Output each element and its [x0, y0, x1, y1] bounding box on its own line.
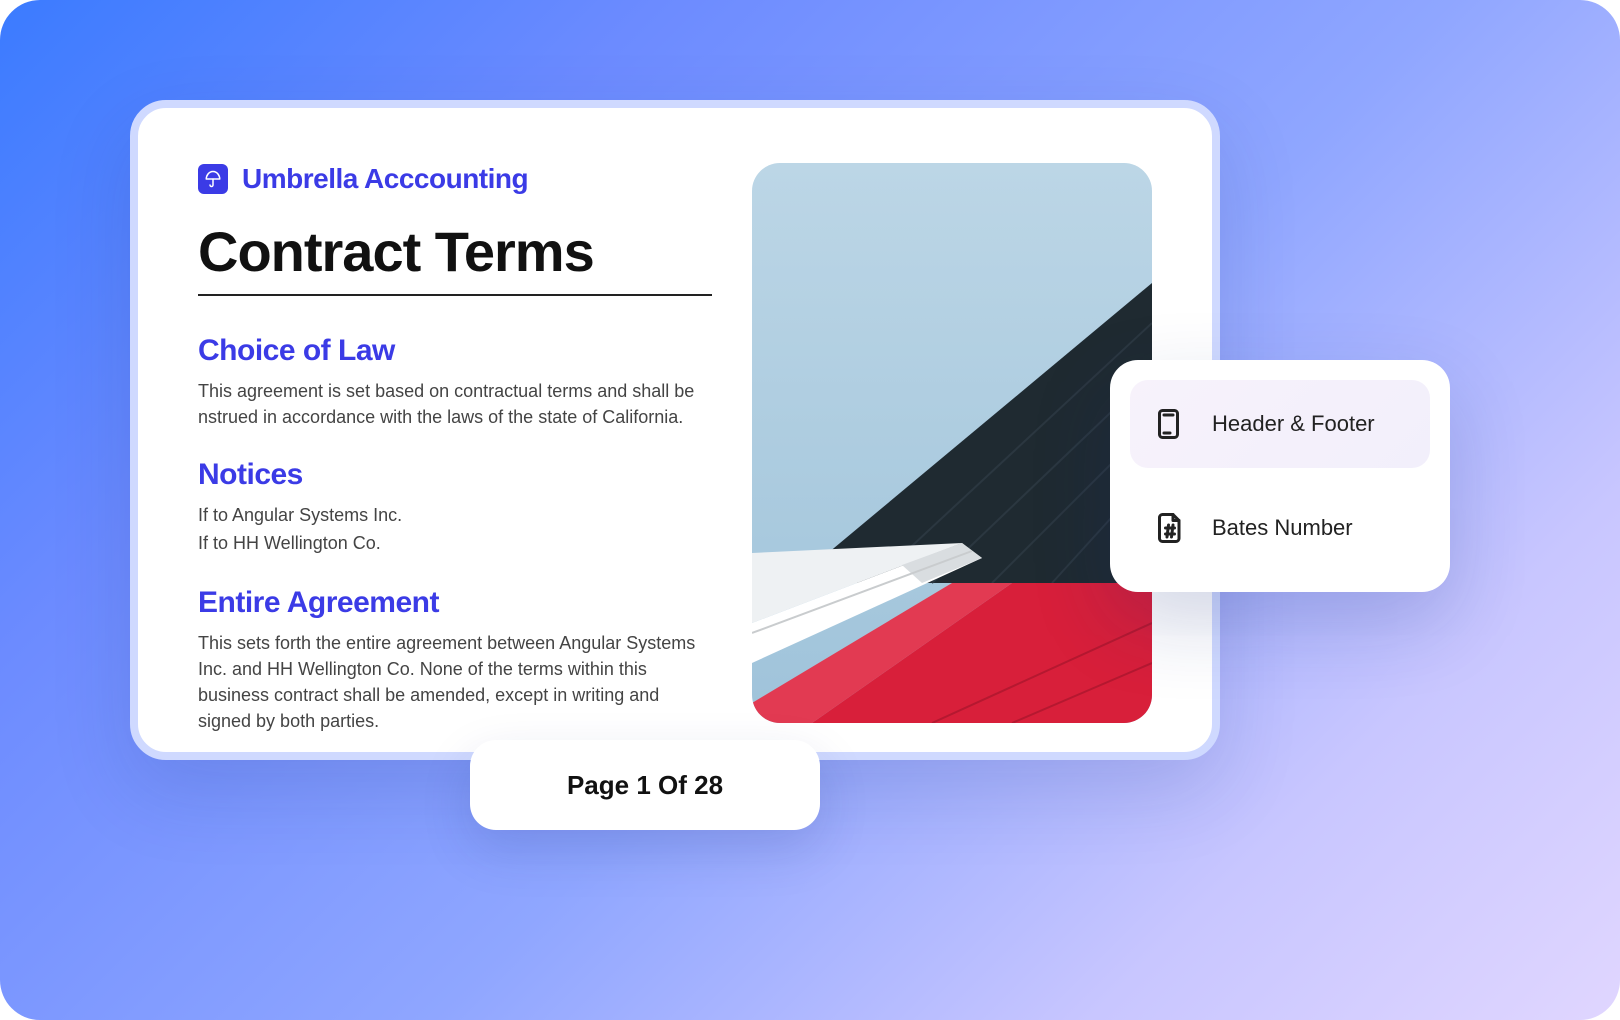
- brand-row: Umbrella Acccounting: [198, 163, 712, 195]
- umbrella-icon: [198, 164, 228, 194]
- section-heading-entire-agreement: Entire Agreement: [198, 586, 712, 620]
- section-body-choice-of-law: This agreement is set based on contractu…: [198, 378, 712, 430]
- title-divider: [198, 294, 712, 296]
- option-label: Bates Number: [1212, 515, 1353, 541]
- document-card: Umbrella Acccounting Contract Terms Choi…: [130, 100, 1220, 760]
- options-panel: Header & Footer Bates Number: [1110, 360, 1450, 592]
- document-content: Umbrella Acccounting Contract Terms Choi…: [198, 163, 712, 697]
- section-heading-choice-of-law: Choice of Law: [198, 334, 712, 368]
- section-lines-notices: If to Angular Systems Inc. If to HH Well…: [198, 502, 712, 558]
- notice-line: If to HH Wellington Co.: [198, 530, 712, 558]
- hash-page-icon: [1148, 506, 1192, 550]
- document-photo: [752, 163, 1152, 723]
- section-heading-notices: Notices: [198, 458, 712, 492]
- option-header-footer[interactable]: Header & Footer: [1130, 380, 1430, 468]
- notice-line: If to Angular Systems Inc.: [198, 502, 712, 530]
- page-indicator[interactable]: Page 1 Of 28: [470, 740, 820, 830]
- page-indicator-label: Page 1 Of 28: [567, 770, 723, 801]
- option-label: Header & Footer: [1212, 411, 1375, 437]
- option-bates-number[interactable]: Bates Number: [1130, 484, 1430, 572]
- brand-name: Umbrella Acccounting: [242, 163, 528, 195]
- page-layout-icon: [1148, 402, 1192, 446]
- section-body-entire-agreement: This sets forth the entire agreement bet…: [198, 630, 712, 734]
- document-title: Contract Terms: [198, 219, 712, 284]
